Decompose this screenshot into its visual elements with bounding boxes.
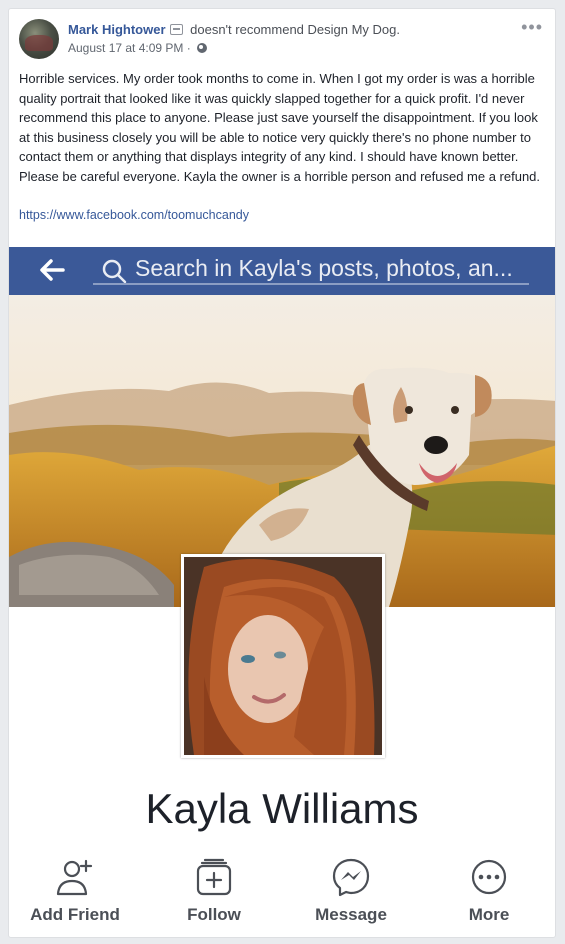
author-avatar[interactable] <box>19 19 59 59</box>
profile-name: Kayla Williams <box>145 785 419 832</box>
review-action-text: doesn't recommend Design My Dog. <box>190 22 400 37</box>
post-header: Mark Hightower doesn't recommend Design … <box>19 17 545 69</box>
post-options-icon[interactable]: ••• <box>521 17 543 38</box>
badge-icon <box>169 24 183 35</box>
more-button[interactable]: More <box>429 857 549 925</box>
post-meta: August 17 at 4:09 PM · <box>68 41 208 55</box>
post-timestamp[interactable]: August 17 at 4:09 PM <box>68 41 183 55</box>
add-friend-button[interactable]: Add Friend <box>15 857 135 925</box>
embedded-search-bar: Search in Kayla's posts, photos, an... <box>9 247 555 295</box>
more-icon <box>471 859 507 895</box>
review-post: Mark Hightower doesn't recommend Design … <box>8 8 556 938</box>
review-link[interactable]: https://www.facebook.com/toomuchcandy <box>19 208 249 222</box>
more-label: More <box>468 905 510 924</box>
search-placeholder[interactable]: Search in Kayla's posts, photos, an... <box>135 255 513 282</box>
follow-icon <box>196 858 232 896</box>
add-friend-label: Add Friend <box>30 905 120 924</box>
add-friend-icon <box>56 859 93 896</box>
profile-picture[interactable] <box>181 554 385 758</box>
search-icon <box>102 259 127 284</box>
search-underline <box>93 283 529 285</box>
message-button[interactable]: Message <box>291 857 411 925</box>
meta-separator: · <box>186 41 191 55</box>
globe-icon <box>197 43 208 53</box>
message-label: Message <box>315 905 387 924</box>
author-name[interactable]: Mark Hightower <box>68 22 166 37</box>
profile-actions: Add Friend Follow Message More <box>9 857 555 937</box>
follow-label: Follow <box>187 905 241 924</box>
author-line: Mark Hightower doesn't recommend Design … <box>68 22 400 37</box>
messenger-icon <box>332 858 370 897</box>
review-body: Horrible services. My order took months … <box>19 71 541 184</box>
back-arrow-icon[interactable] <box>37 256 67 284</box>
follow-button[interactable]: Follow <box>154 857 274 925</box>
